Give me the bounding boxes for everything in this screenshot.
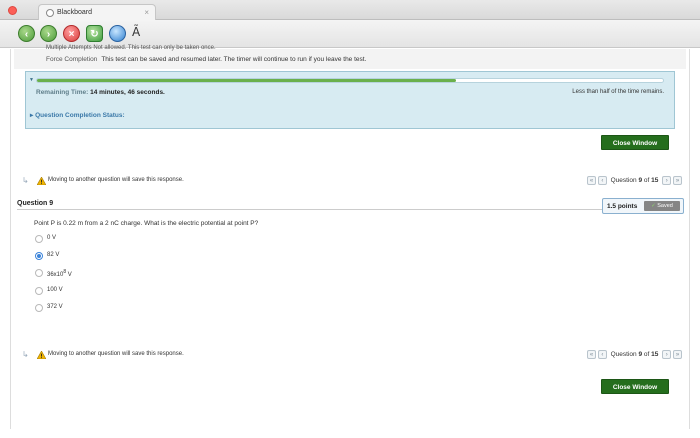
pager-total: 15 [651,177,659,184]
page-content: Multiple Attempts Not allowed. This test… [0,45,700,438]
first-question-button[interactable]: « [587,176,596,185]
time-warning-note: Less than half of the time remains. [572,89,664,95]
last-question-button[interactable]: » [673,176,682,185]
collapse-arrow-icon[interactable]: ▼ [29,77,34,83]
browser-window: Blackboard × ‹ › × ↻ Ã Multiple Attempts… [0,0,700,438]
globe-icon[interactable] [109,25,126,42]
tab-close-icon[interactable]: × [144,8,149,17]
answer-label: 100 V [47,287,63,293]
save-warning-message: Moving to another question will save thi… [48,351,184,357]
saved-badge: ✓ Saved [644,201,680,211]
force-completion-text: This test can be saved and resumed later… [101,56,367,63]
next-question-button[interactable]: › [662,176,672,185]
answer-label: 36x108 V [47,269,72,278]
page-favicon-icon [46,9,54,17]
answer-radio[interactable] [35,269,43,277]
last-question-button[interactable]: » [673,350,682,359]
pager-label: Question 9 of 15 [611,177,659,184]
save-warning-message: Moving to another question will save thi… [48,177,184,183]
points-box: 1.5 points ✓ Saved [602,198,684,214]
answer-radio[interactable] [35,235,43,243]
pager-total: 15 [651,351,659,358]
saved-label: Saved [657,203,673,209]
text-encoding-icon[interactable]: Ã [132,25,140,39]
nav-indicator-icon: ↳ [22,176,29,185]
back-icon[interactable]: ‹ [18,25,35,42]
browser-toolbar: ‹ › × ↻ Ã [0,20,700,48]
remaining-time-value: 14 minutes, 46 seconds. [90,89,165,96]
force-completion-row: Force Completion This test can be saved a… [46,56,366,63]
answer-label: 82 V [47,252,60,258]
answer-radio[interactable] [35,287,43,295]
answer-unit: V [66,272,72,278]
question-pager: « ‹ Question 9 of 15 › » [587,176,682,186]
pager-current: 9 [638,177,643,184]
pager-question-word: Question [610,351,637,358]
tab-title: Blackboard [57,9,93,16]
nav-indicator-icon: ↳ [22,350,29,359]
title-bar: Blackboard × [0,0,700,20]
browser-tab[interactable]: Blackboard × [38,4,156,20]
reload-icon[interactable]: ↻ [86,25,103,42]
pager-label: Question 9 of 15 [611,351,659,358]
close-window-button-bottom[interactable]: Close Window [601,379,669,394]
warning-icon [37,177,46,185]
question-completion-status-toggle[interactable]: ▸ Question Completion Status: [30,111,125,119]
previous-question-button[interactable]: ‹ [597,176,607,185]
timer-panel: ▼ Remaining Time: 14 minutes, 46 seconds… [25,71,675,129]
question-pager: « ‹ Question 9 of 15 › » [587,350,682,360]
warning-icon [37,351,46,359]
test-info-box: Multiple Attempts Not allowed. This test… [14,45,686,69]
question-nav-top: ↳ Moving to another question will save t… [22,176,682,188]
remaining-time: Remaining Time: 14 minutes, 46 seconds. [36,89,165,96]
first-question-button[interactable]: « [587,350,596,359]
question-completion-status-label: Question Completion Status: [35,112,125,119]
points-value: 1.5 points [607,203,638,210]
answer-base: 36x10 [47,272,64,278]
question-title: Question 9 [17,200,54,207]
answer-label: 0 V [47,235,57,241]
window-close-icon[interactable] [8,6,17,15]
previous-question-button[interactable]: ‹ [597,350,607,359]
answer-radio[interactable] [35,304,43,312]
question-text: Point P is 0.22 m from a 2 nC charge. Wh… [34,220,259,227]
question-divider [17,209,602,210]
stop-icon[interactable]: × [63,25,80,42]
answer-radio-selected[interactable] [35,252,43,260]
remaining-time-label: Remaining Time: [36,89,89,96]
pager-of-word: of [643,177,650,184]
answer-label: 372 V [47,304,63,310]
force-completion-label: Force Completion [46,56,98,63]
multiple-attempts-row: Multiple Attempts Not allowed. This test… [46,45,216,51]
pager-question-word: Question [610,177,637,184]
close-window-button-top[interactable]: Close Window [601,135,669,150]
forward-icon[interactable]: › [40,25,57,42]
pager-current: 9 [638,351,643,358]
question-nav-bottom: ↳ Moving to another question will save t… [22,350,682,362]
check-icon: ✓ [651,203,656,209]
pager-of-word: of [643,351,650,358]
next-question-button[interactable]: › [662,350,672,359]
time-progress-bar [36,78,664,83]
time-progress-fill [37,79,457,82]
